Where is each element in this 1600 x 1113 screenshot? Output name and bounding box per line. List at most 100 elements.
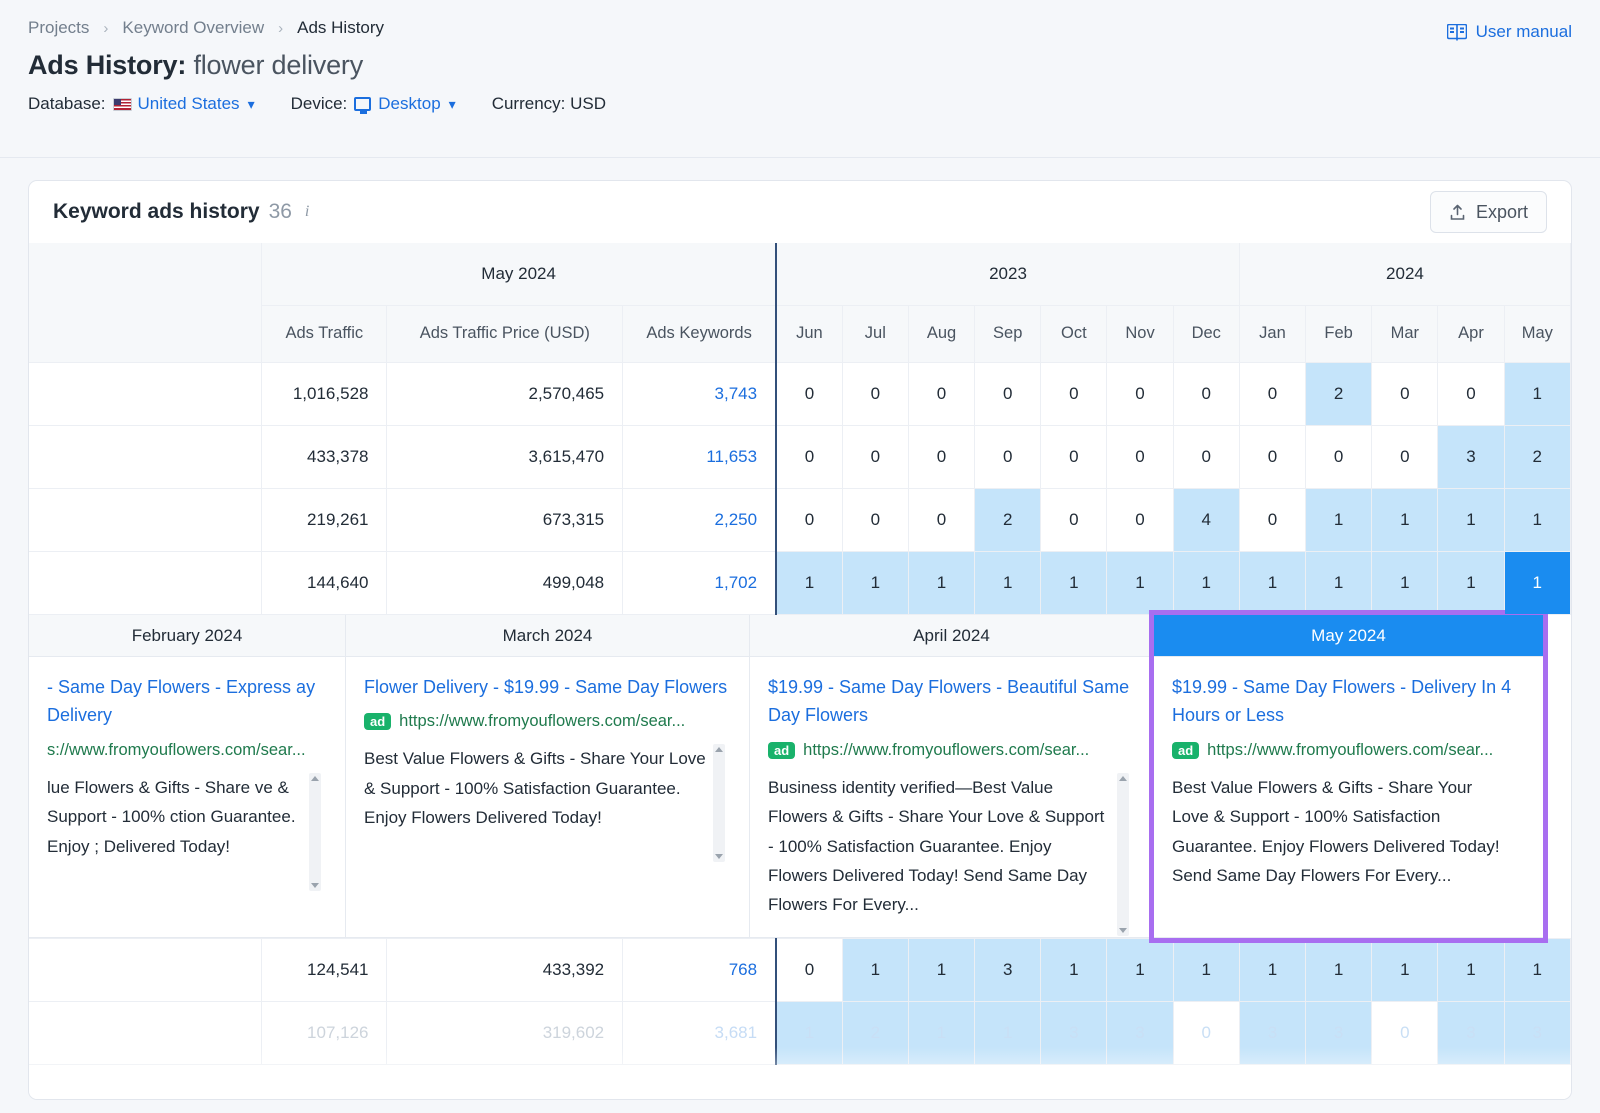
month-cell[interactable]: 1 xyxy=(1504,938,1571,1003)
info-icon[interactable]: i xyxy=(305,203,309,221)
column-header-month-jul[interactable]: Jul xyxy=(842,305,909,363)
table-row[interactable]: 433,378 3,615,470 11,653 0 0 0 0 0 0 0 0 0 0 3 2 xyxy=(29,425,1571,489)
column-header-month-sep[interactable]: Sep xyxy=(974,305,1042,363)
ads-keywords-cell[interactable]: 768 xyxy=(622,938,777,1003)
month-cell[interactable]: 0 xyxy=(1371,362,1439,426)
ad-title-link[interactable]: $19.99 - Same Day Flowers - Beautiful Sa… xyxy=(768,673,1135,731)
month-cell[interactable]: 0 xyxy=(842,425,909,489)
ads-keywords-cell[interactable]: 2,250 xyxy=(622,488,777,552)
ad-card[interactable]: March 2024 Flower Delivery - $19.99 - Sam… xyxy=(346,614,750,939)
domain-cell[interactable] xyxy=(29,488,263,552)
month-cell[interactable]: 3 xyxy=(974,938,1042,1003)
month-cell[interactable]: 1 xyxy=(974,551,1042,615)
month-cell[interactable]: 1 xyxy=(1040,551,1108,615)
month-cell[interactable]: 1 xyxy=(1504,551,1571,615)
chevron-down-icon[interactable]: ▾ xyxy=(449,96,456,113)
month-cell[interactable]: 0 xyxy=(1305,425,1373,489)
month-cell[interactable]: 3 xyxy=(1504,1001,1571,1066)
ads-keywords-cell[interactable]: 1,702 xyxy=(622,551,777,615)
column-header-ads-keywords[interactable]: Ads Keywords xyxy=(622,305,777,363)
device-filter[interactable]: Device: Desktop ▾ xyxy=(291,94,456,114)
user-manual-link[interactable]: User manual xyxy=(1446,22,1572,42)
domain-cell[interactable] xyxy=(29,1001,263,1066)
month-cell[interactable]: 0 xyxy=(1040,362,1108,426)
month-cell[interactable]: 1 xyxy=(908,938,976,1003)
month-cell[interactable]: 3 xyxy=(1305,1001,1373,1066)
database-value[interactable]: United States xyxy=(138,94,240,114)
month-cell[interactable]: 0 xyxy=(1040,488,1108,552)
table-row[interactable]: 144,640 499,048 1,702 1 1 1 1 1 1 1 1 1 1 1 1 xyxy=(29,551,1571,615)
month-cell[interactable]: 3 xyxy=(1437,425,1505,489)
month-cell[interactable]: 0 xyxy=(1040,425,1108,489)
scroll-up-icon[interactable] xyxy=(311,776,319,782)
month-cell[interactable]: 4 xyxy=(1173,488,1240,552)
month-cell[interactable]: 1 xyxy=(1239,551,1307,615)
month-cell[interactable]: 1 xyxy=(1305,488,1373,552)
month-cell[interactable]: 0 xyxy=(775,425,843,489)
database-filter[interactable]: Database: United States ▾ xyxy=(28,94,255,114)
domain-cell[interactable] xyxy=(29,425,263,489)
scroll-down-icon[interactable] xyxy=(715,854,723,860)
table-row[interactable]: 124,541 433,392 768 0 1 1 3 1 1 1 1 1 1 1 1 xyxy=(29,938,1571,1003)
month-cell[interactable]: 0 xyxy=(775,362,843,426)
table-row[interactable]: 219,261 673,315 2,250 0 0 0 2 0 0 4 0 1 1 1 1 xyxy=(29,488,1571,552)
month-cell[interactable]: 1 xyxy=(1305,551,1373,615)
month-cell[interactable]: 0 xyxy=(842,488,909,552)
chevron-down-icon[interactable]: ▾ xyxy=(248,96,255,113)
month-cell[interactable]: 1 xyxy=(1437,551,1505,615)
column-header-month-feb[interactable]: Feb xyxy=(1305,305,1373,363)
ad-description-scrollbar[interactable] xyxy=(713,744,725,863)
breadcrumb-item-ads-history[interactable]: Ads History xyxy=(297,18,384,38)
column-header-month-aug[interactable]: Aug xyxy=(908,305,976,363)
ad-url[interactable]: ad https://www.fromyouflowers.com/sear... xyxy=(364,712,731,731)
month-cell[interactable]: 1 xyxy=(1504,362,1571,426)
ad-title-link[interactable]: - Same Day Flowers - Express ay Delivery xyxy=(47,673,327,731)
month-cell[interactable]: 1 xyxy=(775,1001,843,1066)
month-cell[interactable]: 3 xyxy=(1040,1001,1108,1066)
month-cell[interactable]: 0 xyxy=(775,938,843,1003)
scroll-up-icon[interactable] xyxy=(715,747,723,753)
ad-url[interactable]: s://www.fromyouflowers.com/sear... xyxy=(47,741,327,760)
breadcrumb-item-projects[interactable]: Projects xyxy=(28,18,89,38)
column-header-month-oct[interactable]: Oct xyxy=(1040,305,1108,363)
month-cell[interactable]: 1 xyxy=(1437,488,1505,552)
month-cell[interactable]: 1 xyxy=(1239,938,1307,1003)
scroll-down-icon[interactable] xyxy=(1119,928,1127,934)
month-cell[interactable]: 0 xyxy=(775,488,843,552)
table-row[interactable]: 1,016,528 2,570,465 3,743 0 0 0 0 0 0 0 0 2 0 0 1 xyxy=(29,362,1571,426)
month-cell[interactable]: 0 xyxy=(1371,1001,1439,1066)
month-cell[interactable]: 0 xyxy=(1371,425,1439,489)
ad-title-link[interactable]: Flower Delivery - $19.99 - Same Day Flow… xyxy=(364,673,731,702)
month-cell[interactable]: 0 xyxy=(908,362,976,426)
month-cell[interactable]: 0 xyxy=(908,425,976,489)
column-header-month-jan[interactable]: Jan xyxy=(1239,305,1307,363)
month-cell[interactable]: 0 xyxy=(1239,488,1307,552)
month-cell[interactable]: 0 xyxy=(974,362,1042,426)
month-cell[interactable]: 0 xyxy=(1106,425,1174,489)
month-cell[interactable]: 0 xyxy=(1106,362,1174,426)
ad-card[interactable]: February 2024- Same Day Flowers - Expres… xyxy=(29,614,346,939)
column-header-month-nov[interactable]: Nov xyxy=(1106,305,1174,363)
month-cell[interactable]: 1 xyxy=(908,551,976,615)
month-cell[interactable]: 1 xyxy=(1371,488,1439,552)
column-header-month-may[interactable]: May xyxy=(1504,305,1571,363)
month-cell[interactable]: 1 xyxy=(842,938,909,1003)
ad-card[interactable]: April 2024 $19.99 - Same Day Flowers - Be… xyxy=(750,614,1154,939)
month-cell[interactable]: 1 xyxy=(1437,938,1505,1003)
month-cell[interactable]: 2 xyxy=(1504,425,1571,489)
month-cell[interactable]: 0 xyxy=(974,425,1042,489)
month-cell[interactable]: 0 xyxy=(908,488,976,552)
ad-title-link[interactable]: $19.99 - Same Day Flowers - Delivery In … xyxy=(1172,673,1525,731)
ad-description-scrollbar[interactable] xyxy=(309,773,321,892)
month-cell[interactable]: 0 xyxy=(1437,362,1505,426)
export-button[interactable]: Export xyxy=(1429,191,1547,233)
column-header-month-jun[interactable]: Jun xyxy=(775,305,843,363)
month-cell[interactable]: 1 xyxy=(1106,938,1174,1003)
column-header-ads-traffic[interactable]: Ads Traffic xyxy=(261,305,388,363)
month-cell[interactable]: 3 xyxy=(1239,1001,1307,1066)
month-cell[interactable]: 3 xyxy=(1437,1001,1505,1066)
month-cell[interactable]: 1 xyxy=(1371,938,1439,1003)
device-value[interactable]: Desktop xyxy=(378,94,440,114)
month-cell[interactable]: 0 xyxy=(1239,362,1307,426)
domain-cell[interactable] xyxy=(29,362,263,426)
